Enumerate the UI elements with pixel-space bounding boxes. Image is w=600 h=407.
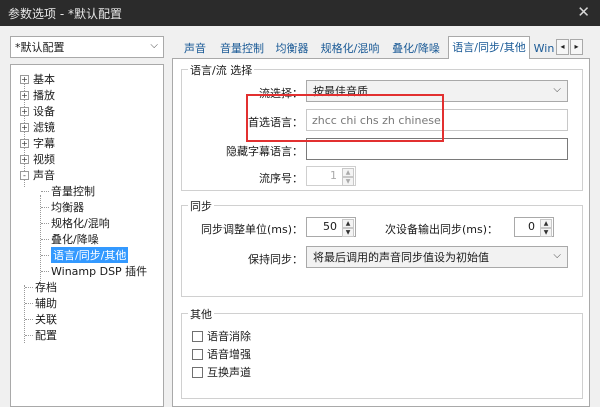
tab-equalizer[interactable]: 均衡器 xyxy=(272,39,312,58)
keep-sync-value: 将最后调用的声音同步值设为初始值 xyxy=(313,251,489,264)
voice-enhance-checkbox[interactable]: 语音增强 xyxy=(192,346,251,362)
window-title: 参数选项 - *默认配置 xyxy=(8,6,122,21)
tree-item-equalizer[interactable]: 均衡器 xyxy=(51,199,84,215)
tab-audio[interactable]: 声音 xyxy=(178,39,212,58)
other-group: 其他 语音消除 语音增强 互换声道 xyxy=(181,306,583,399)
voice-cancel-checkbox[interactable]: 语音消除 xyxy=(192,328,251,344)
tree-item-crossfade[interactable]: 叠化/降噪 xyxy=(51,231,99,247)
tree-item-basic[interactable]: + 基本 xyxy=(20,71,55,87)
tree-connector xyxy=(25,287,33,288)
expand-icon[interactable]: + xyxy=(20,106,29,116)
title-bar: 参数选项 - *默认配置 ✕ xyxy=(0,0,600,26)
collapse-icon[interactable]: - xyxy=(20,170,29,180)
swap-channels-checkbox[interactable]: 互换声道 xyxy=(192,364,251,380)
settings-tree: + 基本 + 播放 + 设备 + 滤镜 + 字幕 + 视频 - 声音 音量控制 均衡器 规格化… xyxy=(10,64,164,407)
other-group-title: 其他 xyxy=(188,306,214,322)
tree-item-normalize[interactable]: 规格化/混响 xyxy=(51,215,110,231)
keep-sync-label: 保持同步： xyxy=(248,253,303,266)
sync-group-title: 同步 xyxy=(188,198,214,214)
expand-icon[interactable]: + xyxy=(20,154,29,164)
tree-connector xyxy=(41,207,49,208)
tree-item-filter[interactable]: + 滤镜 xyxy=(20,119,55,135)
tab-normalize[interactable]: 规格化/混响 xyxy=(316,39,384,58)
chevron-down-icon: ⌵ xyxy=(150,40,158,51)
tree-item-playback[interactable]: + 播放 xyxy=(20,87,55,103)
tab-scroll-left-icon[interactable]: ◂ xyxy=(556,39,569,55)
checkbox-box[interactable] xyxy=(192,366,203,378)
tab-bar: 声音 音量控制 均衡器 规格化/混响 叠化/降噪 语言/同步/其他 Win ◂ … xyxy=(172,36,600,59)
preferences-window: *默认配置 ⌵ + 基本 + 播放 + 设备 + 滤镜 + 字幕 + 视频 - 声音 音量控制… xyxy=(0,26,600,407)
spin-up-icon[interactable]: ▲ xyxy=(342,168,354,177)
tree-item-subtitle[interactable]: + 字幕 xyxy=(20,135,55,151)
tree-connector xyxy=(41,255,49,256)
tab-winamp[interactable]: Win xyxy=(532,39,556,58)
tree-connector xyxy=(41,271,49,272)
spin-down-icon[interactable]: ▼ xyxy=(342,177,354,186)
preset-dropdown[interactable]: *默认配置 ⌵ xyxy=(10,36,164,58)
preset-value: *默认配置 xyxy=(15,41,65,54)
sync-adjust-label: 同步调整单位(ms)： xyxy=(200,223,303,236)
spin-up-icon[interactable]: ▲ xyxy=(540,219,552,228)
annotation-highlight-box xyxy=(246,94,444,142)
tree-connector xyxy=(41,223,49,224)
tree-connector xyxy=(25,319,33,320)
secondary-sync-label: 次设备输出同步(ms)： xyxy=(384,223,498,236)
stream-number-label: 流序号： xyxy=(259,172,303,185)
tree-item-device[interactable]: + 设备 xyxy=(20,103,55,119)
tree-item-archive[interactable]: 存档 xyxy=(35,279,57,295)
hidden-subtitle-language-label: 隐藏字幕语言： xyxy=(226,145,303,158)
tab-volume[interactable]: 音量控制 xyxy=(216,39,268,58)
tree-connector xyxy=(25,303,33,304)
tab-crossfade[interactable]: 叠化/降噪 xyxy=(388,39,444,58)
spin-down-icon[interactable]: ▼ xyxy=(540,228,552,237)
spin-up-icon[interactable]: ▲ xyxy=(342,219,354,228)
tab-scroll-right-icon[interactable]: ▸ xyxy=(570,39,583,55)
tree-connector xyxy=(40,195,41,291)
tree-item-config[interactable]: 配置 xyxy=(35,327,57,343)
tree-item-language-sync[interactable]: 语言/同步/其他 xyxy=(51,247,129,263)
stream-number-stepper[interactable]: 1 ▲ ▼ xyxy=(306,166,356,186)
tree-connector xyxy=(41,239,49,240)
tree-item-volume[interactable]: 音量控制 xyxy=(51,183,95,199)
tab-language-sync[interactable]: 语言/同步/其他 xyxy=(448,36,530,59)
tree-item-winamp-dsp[interactable]: Winamp DSP 插件 xyxy=(51,263,147,279)
checkbox-box[interactable] xyxy=(192,348,203,360)
sync-group: 同步 同步调整单位(ms)： 50 ▲ ▼ 次设备输出同步(ms)： 0 ▲ ▼ 保… xyxy=(181,198,583,297)
language-group-title: 语言/流 选择 xyxy=(188,62,255,78)
tree-item-video[interactable]: + 视频 xyxy=(20,151,55,167)
chevron-down-icon: ⌵ xyxy=(553,250,561,261)
tree-connector xyxy=(25,335,33,336)
tree-item-assist[interactable]: 辅助 xyxy=(35,295,57,311)
expand-icon[interactable]: + xyxy=(20,74,29,84)
tree-connector xyxy=(41,191,49,192)
secondary-sync-stepper[interactable]: 0 ▲ ▼ xyxy=(514,217,554,237)
expand-icon[interactable]: + xyxy=(20,122,29,132)
keep-sync-dropdown[interactable]: 将最后调用的声音同步值设为初始值 ⌵ xyxy=(306,246,568,268)
chevron-down-icon: ⌵ xyxy=(553,84,561,95)
expand-icon[interactable]: + xyxy=(20,90,29,100)
spin-down-icon[interactable]: ▼ xyxy=(342,228,354,237)
tree-item-association[interactable]: 关联 xyxy=(35,311,57,327)
tree-item-audio[interactable]: - 声音 xyxy=(20,167,55,183)
expand-icon[interactable]: + xyxy=(20,138,29,148)
close-icon[interactable]: ✕ xyxy=(577,3,590,21)
sync-adjust-stepper[interactable]: 50 ▲ ▼ xyxy=(306,217,356,237)
checkbox-box[interactable] xyxy=(192,330,203,342)
